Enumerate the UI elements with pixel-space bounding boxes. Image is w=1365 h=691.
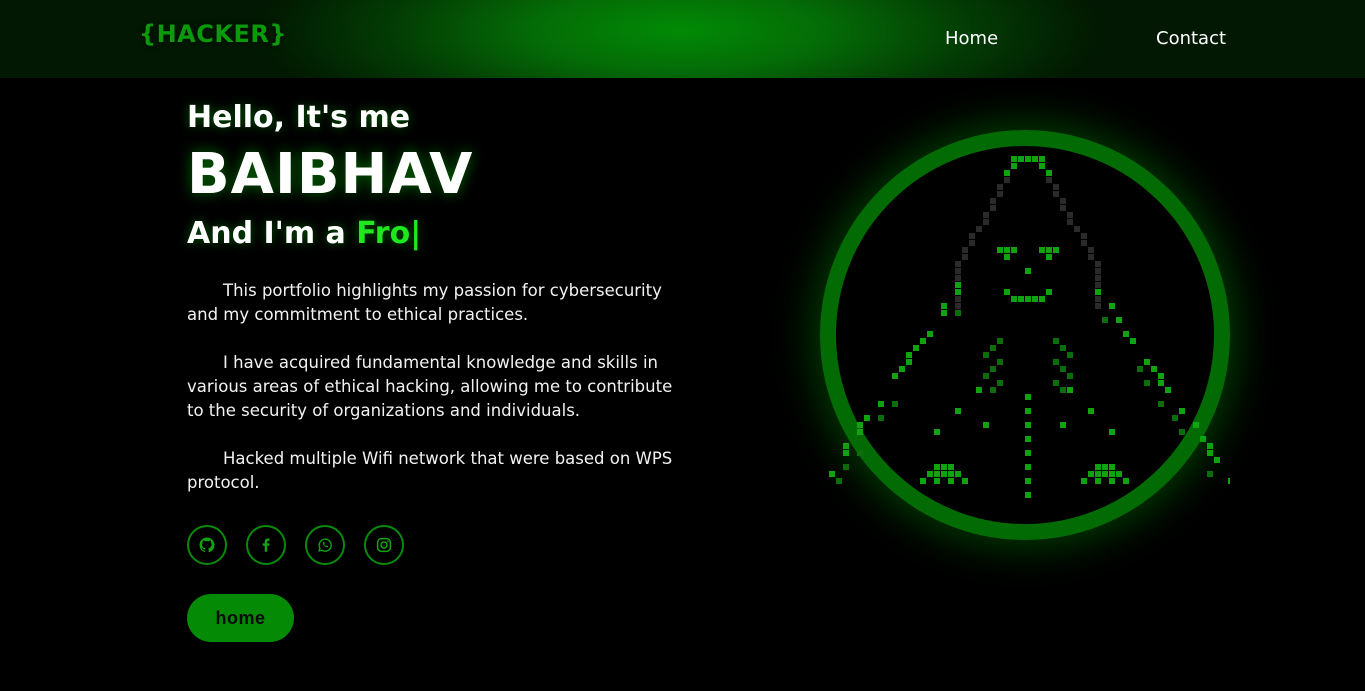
name-heading: BAIBHAV bbox=[187, 142, 473, 207]
avatar-frame bbox=[820, 130, 1230, 540]
github-icon bbox=[198, 536, 216, 554]
skills-paragraph: I have acquired fundamental knowledge an… bbox=[187, 351, 687, 423]
instagram-icon bbox=[375, 536, 393, 554]
header: {HACKER} Home Contact bbox=[0, 0, 1365, 78]
home-button[interactable]: home bbox=[187, 594, 294, 642]
role-heading: And I'm a Fro| bbox=[187, 216, 421, 251]
role-typed-text: Fro bbox=[356, 216, 410, 251]
pixel-art-hacker bbox=[829, 156, 1230, 498]
role-prefix: And I'm a bbox=[187, 216, 356, 251]
intro-paragraph: This portfolio highlights my passion for… bbox=[187, 279, 687, 327]
site-logo[interactable]: {HACKER} bbox=[139, 20, 287, 48]
instagram-link[interactable] bbox=[364, 525, 404, 565]
greeting-heading: Hello, It's me bbox=[187, 100, 410, 135]
nav-home-link[interactable]: Home bbox=[945, 28, 998, 49]
hooded-hacker-avatar bbox=[820, 130, 1230, 540]
whatsapp-icon bbox=[316, 536, 334, 554]
github-link[interactable] bbox=[187, 525, 227, 565]
typing-cursor: | bbox=[410, 216, 421, 251]
nav-contact-link[interactable]: Contact bbox=[1156, 28, 1226, 49]
facebook-icon bbox=[257, 536, 275, 554]
facebook-link[interactable] bbox=[246, 525, 286, 565]
wifi-paragraph: Hacked multiple Wifi network that were b… bbox=[187, 447, 687, 495]
whatsapp-link[interactable] bbox=[305, 525, 345, 565]
